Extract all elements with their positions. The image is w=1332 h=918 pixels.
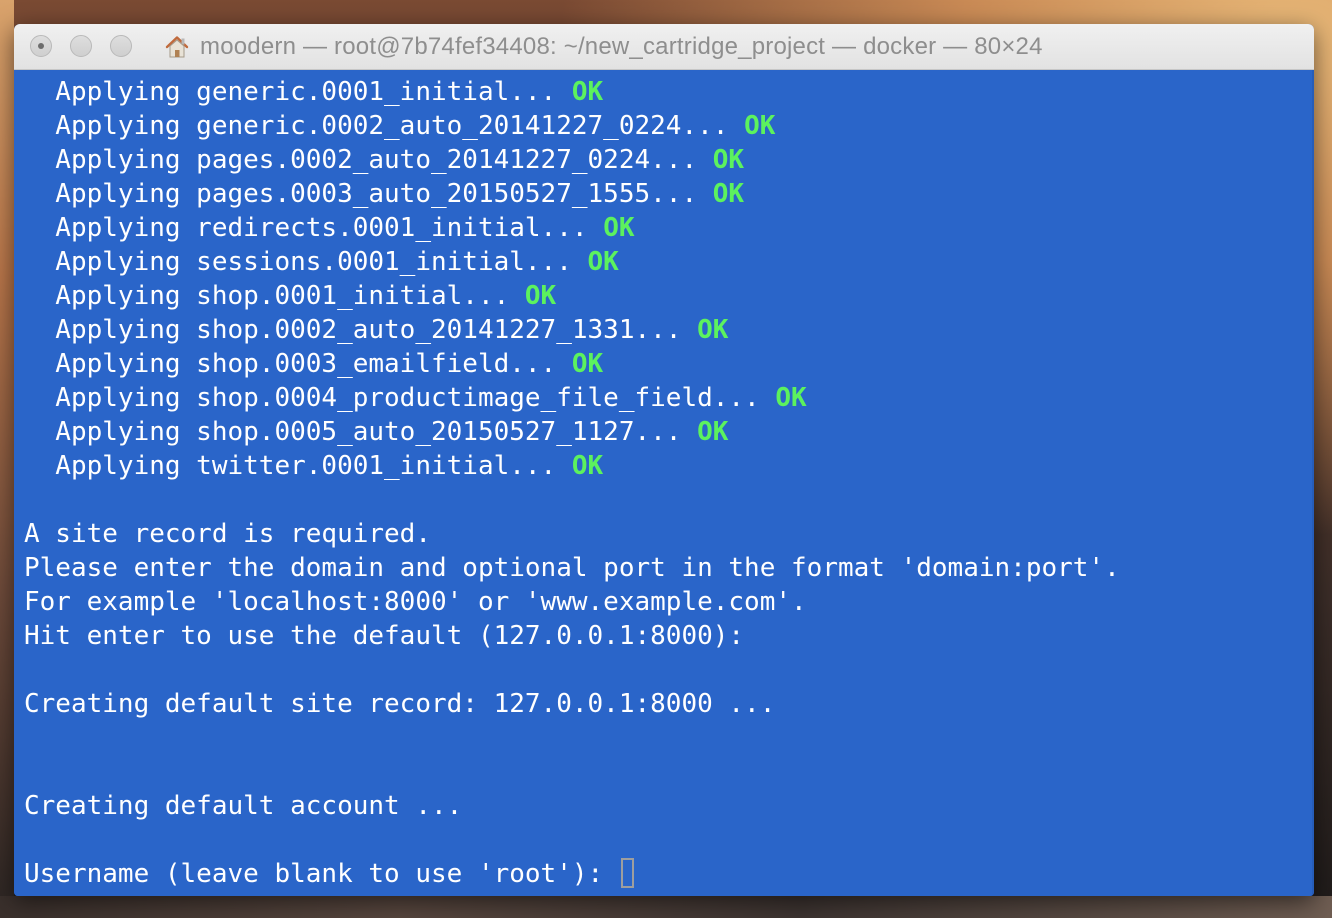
migration-line: Applying pages.0003_auto_20150527_1555..… <box>24 177 1314 211</box>
migration-line: Applying shop.0002_auto_20141227_1331...… <box>24 313 1314 347</box>
terminal-cursor[interactable] <box>620 858 634 888</box>
migration-line: Applying generic.0002_auto_20141227_0224… <box>24 109 1314 143</box>
window-title: moodern — root@7b74fef34408: ~/new_cartr… <box>200 32 1043 60</box>
ok-status: OK <box>712 145 745 175</box>
desktop-background <box>0 0 14 918</box>
migration-line: Applying shop.0004_productimage_file_fie… <box>24 381 1314 415</box>
terminal-output[interactable]: Applying generic.0001_initial... OK Appl… <box>14 70 1314 896</box>
home-icon <box>165 35 189 57</box>
ok-status: OK <box>587 247 619 277</box>
example-line: For example 'localhost:8000' or 'www.exa… <box>24 587 807 617</box>
enter-domain-line: Please enter the domain and optional por… <box>24 553 1120 583</box>
ok-status: OK <box>697 417 729 447</box>
migration-line: Applying shop.0005_auto_20150527_1127...… <box>24 415 1314 449</box>
creating-site-line: Creating default site record: 127.0.0.1:… <box>24 689 776 719</box>
migration-line: Applying shop.0003_emailfield... OK <box>24 347 1314 381</box>
migration-text: Applying generic.0001_initial... <box>24 77 572 107</box>
migration-text: Applying redirects.0001_initial... <box>24 213 604 243</box>
ok-status: OK <box>744 111 776 141</box>
migration-line: Applying redirects.0001_initial... OK <box>24 211 1314 245</box>
migration-line: Applying generic.0001_initial... OK <box>24 75 1314 109</box>
ok-status: OK <box>775 383 807 413</box>
terminal-window: moodern — root@7b74fef34408: ~/new_cartr… <box>14 24 1314 896</box>
migration-text: Applying pages.0002_auto_20141227_0224..… <box>24 145 713 175</box>
migration-text: Applying shop.0005_auto_20150527_1127... <box>24 417 698 447</box>
creating-account-line: Creating default account ... <box>24 791 463 821</box>
ok-status: OK <box>603 213 635 243</box>
ok-status: OK <box>571 77 604 107</box>
title-wrap: moodern — root@7b74fef34408: ~/new_cartr… <box>164 24 1043 69</box>
migration-text: Applying sessions.0001_initial... <box>24 247 588 277</box>
migration-line: Applying sessions.0001_initial... OK <box>24 245 1314 279</box>
close-button[interactable] <box>30 35 52 57</box>
desktop-background-bottom <box>0 896 1332 918</box>
ok-status: OK <box>571 349 604 379</box>
migration-text: Applying twitter.0001_initial... <box>24 451 572 481</box>
migration-text: Applying shop.0001_initial... <box>24 281 525 311</box>
migration-text: Applying shop.0002_auto_20141227_1331... <box>24 315 698 345</box>
minimize-button[interactable] <box>70 35 92 57</box>
username-prompt-line[interactable]: Username (leave blank to use 'root'): <box>24 857 1314 891</box>
migration-text: Applying pages.0003_auto_20150527_1555..… <box>24 179 713 209</box>
hit-enter-line: Hit enter to use the default (127.0.0.1:… <box>24 621 745 651</box>
ok-status: OK <box>712 179 745 209</box>
migration-line: Applying pages.0002_auto_20141227_0224..… <box>24 143 1314 177</box>
ok-status: OK <box>697 315 729 345</box>
migration-line: Applying twitter.0001_initial... OK <box>24 449 1314 483</box>
scrollbar-track[interactable] <box>1312 70 1314 896</box>
zoom-button[interactable] <box>110 35 132 57</box>
migration-text: Applying generic.0002_auto_20141227_0224… <box>24 111 745 141</box>
username-prompt: Username (leave blank to use 'root'): <box>24 859 619 889</box>
migration-text: Applying shop.0003_emailfield... <box>24 349 572 379</box>
ok-status: OK <box>524 281 557 311</box>
site-record-required-line: A site record is required. <box>24 519 431 549</box>
migration-line: Applying shop.0001_initial... OK <box>24 279 1314 313</box>
ok-status: OK <box>571 451 604 481</box>
migration-text: Applying shop.0004_productimage_file_fie… <box>24 383 776 413</box>
title-bar[interactable]: moodern — root@7b74fef34408: ~/new_cartr… <box>14 24 1314 70</box>
